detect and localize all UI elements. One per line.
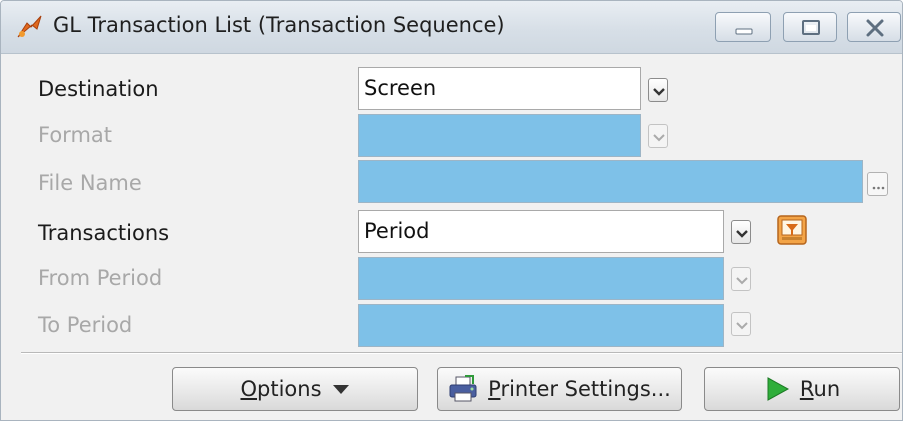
file-name-label: File Name <box>38 171 142 195</box>
window-title: GL Transaction List (Transaction Sequenc… <box>53 13 505 37</box>
from-period-dropdown-button <box>731 267 751 291</box>
to-period-label: To Period <box>38 313 133 337</box>
destination-label: Destination <box>38 77 159 101</box>
format-label: Format <box>38 123 113 147</box>
app-logo-icon <box>17 15 42 38</box>
printer-settings-mnemonic: P <box>488 377 501 401</box>
filter-icon[interactable] <box>776 214 808 246</box>
report-dialog-window: GL Transaction List (Transaction Sequenc… <box>0 0 903 421</box>
to-period-select <box>358 304 724 347</box>
minimize-button[interactable] <box>715 12 771 42</box>
maximize-icon <box>802 20 820 35</box>
close-icon <box>866 19 884 37</box>
destination-dropdown-button[interactable] <box>648 78 668 102</box>
options-button-label: Options <box>240 377 321 401</box>
options-label-rest: ptions <box>257 377 322 401</box>
play-icon <box>767 377 789 401</box>
chevron-down-icon <box>736 322 748 330</box>
printer-settings-label: Printer Settings... <box>488 377 671 401</box>
ellipsis-icon <box>872 186 885 190</box>
chevron-down-icon <box>736 277 748 285</box>
transactions-select[interactable]: Period <box>358 210 724 253</box>
transactions-label: Transactions <box>38 221 170 245</box>
run-button-label: Run <box>800 377 840 401</box>
options-mnemonic: O <box>240 377 258 401</box>
from-period-label: From Period <box>38 266 163 290</box>
maximize-button[interactable] <box>783 12 837 42</box>
destination-select[interactable]: Screen <box>358 67 641 110</box>
from-period-select <box>358 257 724 300</box>
printer-icon <box>449 375 477 402</box>
chevron-down-icon <box>736 230 748 238</box>
chevron-down-icon <box>653 134 665 142</box>
options-button[interactable]: Options <box>172 367 418 411</box>
title-bar[interactable]: GL Transaction List (Transaction Sequenc… <box>1 1 902 54</box>
to-period-dropdown-button <box>731 312 751 336</box>
transactions-dropdown-button[interactable] <box>731 220 751 244</box>
file-browse-button <box>867 172 888 196</box>
format-dropdown-button <box>648 124 668 148</box>
chevron-down-icon <box>653 88 665 96</box>
caret-down-icon <box>332 385 349 394</box>
run-button[interactable]: Run <box>704 367 900 411</box>
minimize-icon <box>735 28 753 35</box>
printer-settings-button[interactable]: Printer Settings... <box>437 367 682 411</box>
run-label-rest: un <box>813 377 841 401</box>
close-button[interactable] <box>847 12 901 42</box>
file-name-input <box>358 160 863 203</box>
format-select <box>358 114 641 157</box>
run-mnemonic: R <box>799 377 814 401</box>
footer-separator <box>21 352 902 354</box>
printer-settings-label-rest: rinter Settings... <box>500 377 671 401</box>
